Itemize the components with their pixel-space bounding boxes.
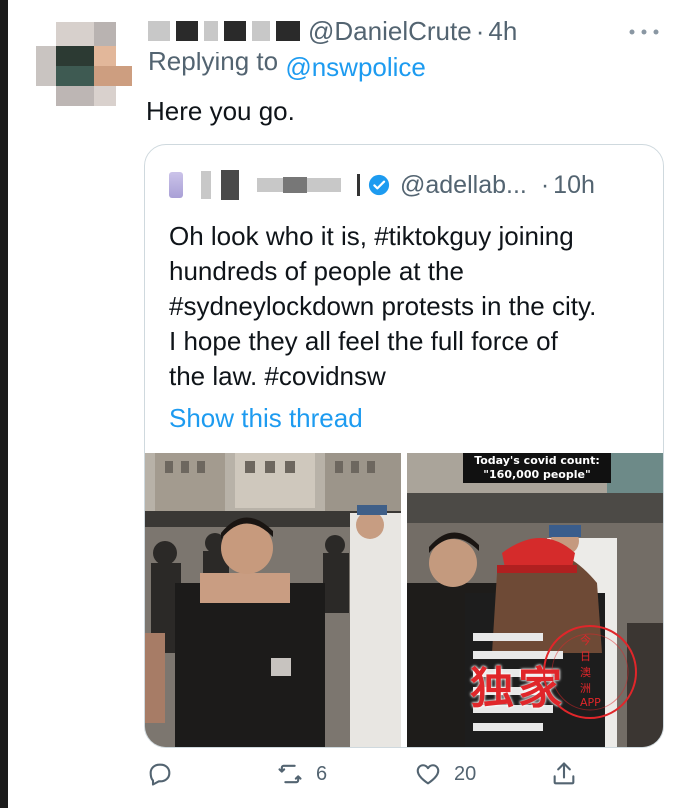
redacted-name	[283, 177, 307, 193]
share-button[interactable]	[550, 756, 578, 792]
photo-illustration	[145, 453, 401, 747]
redacted-name	[357, 174, 360, 196]
verified-badge-icon	[368, 174, 390, 196]
photo-caption-line: "160,000 people"	[483, 468, 591, 481]
redacted-avatar	[169, 172, 183, 198]
redacted-name	[221, 170, 239, 200]
replying-to: Replying to @nswpolice	[148, 52, 426, 82]
time-separator: ·	[540, 170, 550, 199]
quote-author-handle[interactable]: @adellab...	[400, 171, 527, 200]
quote-header: @adellab... · 10h	[169, 167, 595, 203]
redacted-name	[204, 21, 218, 41]
photo-caption: Today's covid count: "160,000 people"	[463, 453, 611, 483]
redacted-name	[201, 171, 211, 199]
tweet-time[interactable]: 4h	[488, 16, 517, 47]
redacted-name	[148, 21, 170, 41]
more-options-button[interactable]	[628, 16, 660, 44]
replying-prefix: Replying to	[148, 52, 279, 76]
watermark-sub: 今日澳洲APP	[580, 634, 601, 709]
show-thread-link[interactable]: Show this thread	[169, 403, 363, 434]
tweet-header: @DanielCrute · 4h	[148, 14, 517, 48]
avatar[interactable]	[36, 22, 132, 106]
redacted-name	[257, 178, 283, 192]
quote-text-line: the law. #covidnsw	[169, 361, 386, 391]
retweet-icon	[278, 764, 302, 784]
retweet-button[interactable]: 6	[276, 756, 327, 792]
time-separator: ·	[475, 15, 485, 46]
watermark: 今日澳洲APP 独家	[470, 625, 637, 719]
like-count: 20	[454, 762, 477, 785]
redacted-name	[252, 21, 270, 41]
window-edge	[0, 0, 8, 808]
reply-button[interactable]	[146, 756, 174, 792]
quote-text-line: I hope they all feel the full force of	[169, 326, 558, 356]
quote-text-line: #sydneylockdown protests in the city.	[169, 291, 597, 321]
retweet-count: 6	[316, 762, 328, 785]
tweet-text: Here you go.	[146, 96, 295, 126]
quote-text-line: Oh look who it is, #tiktokguy joining	[169, 221, 574, 251]
replying-handle[interactable]: @nswpolice	[285, 52, 426, 82]
redacted-name	[176, 21, 198, 41]
ellipsis-icon	[629, 29, 659, 35]
author-handle[interactable]: @DanielCrute	[308, 16, 472, 47]
redacted-name	[307, 178, 341, 192]
quote-text-line: hundreds of people at the	[169, 256, 464, 286]
redacted-name	[224, 21, 246, 41]
reply-icon	[149, 763, 171, 786]
heart-icon	[416, 764, 440, 785]
like-button[interactable]: 20	[414, 756, 476, 792]
share-icon	[553, 762, 575, 785]
redacted-name	[276, 21, 300, 41]
photo-caption-line: Today's covid count:	[474, 454, 600, 467]
quote-time[interactable]: 10h	[553, 171, 595, 200]
quote-text: Oh look who it is, #tiktokguy joining hu…	[169, 219, 649, 394]
quote-photo-1[interactable]	[145, 453, 401, 747]
action-bar: 6 20	[146, 756, 586, 796]
